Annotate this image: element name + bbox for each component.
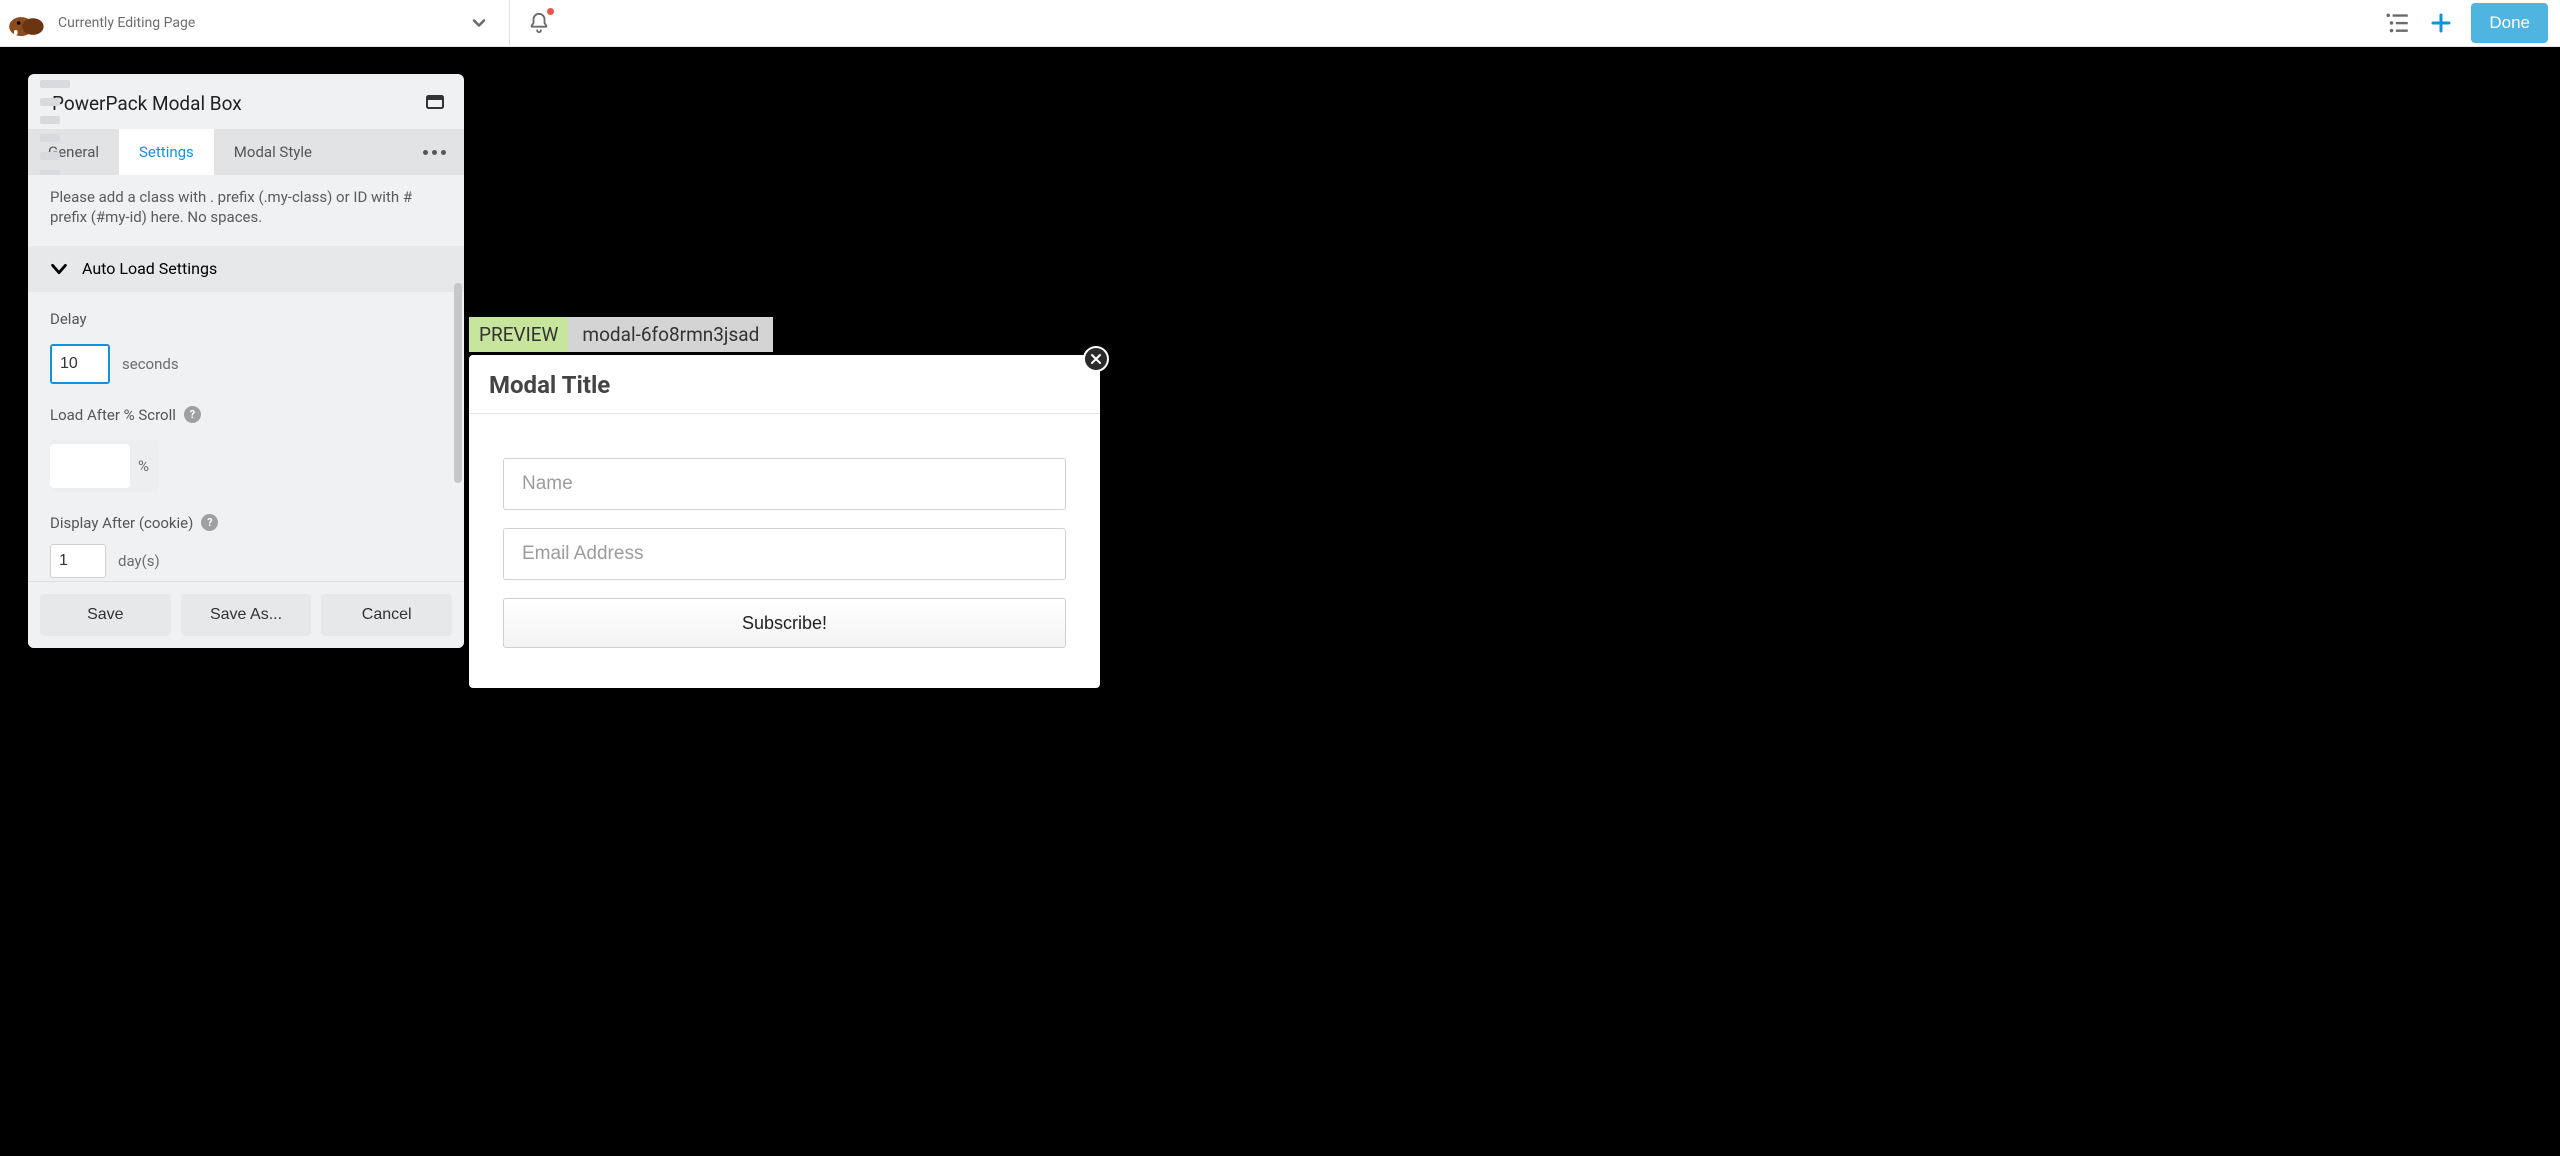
chevron-down-icon — [469, 13, 489, 33]
cancel-button[interactable]: Cancel — [321, 594, 452, 636]
scrollbar-thumb[interactable] — [454, 283, 462, 483]
preview-id: modal-6fo8rmn3jsad — [568, 317, 773, 352]
modal-body: Subscribe! — [469, 414, 1100, 670]
page-title: Currently Editing Page — [58, 15, 195, 31]
modal-preview: Modal Title Subscribe! — [469, 355, 1100, 688]
scroll-percent-input[interactable] — [50, 444, 130, 488]
subscribe-button[interactable]: Subscribe! — [503, 598, 1066, 648]
modal-close-button[interactable] — [1083, 346, 1109, 372]
settings-tabs: General Settings Modal Style — [28, 129, 464, 175]
panel-scroll-area[interactable]: Please add a class with . prefix (.my-cl… — [28, 175, 464, 581]
top-toolbar: Currently Editing Page Done — [0, 0, 2560, 47]
outline-icon — [2385, 12, 2411, 34]
scroll-unit: % — [138, 457, 149, 475]
window-icon — [426, 95, 444, 109]
dot-icon — [423, 150, 428, 155]
bell-icon — [528, 12, 550, 34]
selector-hint-text: Please add a class with . prefix (.my-cl… — [28, 175, 464, 246]
toolbar-divider — [509, 0, 510, 46]
module-settings-panel: PowerPack Modal Box General Settings Mod… — [28, 74, 464, 648]
tab-modal-style[interactable]: Modal Style — [214, 129, 332, 175]
title-dropdown-button[interactable] — [463, 7, 495, 39]
delay-input[interactable] — [50, 344, 110, 384]
notification-dot-icon — [547, 8, 554, 15]
toolbar-right: Done — [2385, 3, 2548, 43]
save-as-button[interactable]: Save As... — [181, 594, 312, 636]
field-delay: Delay seconds — [28, 292, 464, 388]
editor-canvas: PowerPack Modal Box General Settings Mod… — [0, 47, 2560, 1156]
section-auto-load-settings[interactable]: Auto Load Settings — [28, 246, 464, 292]
panel-footer: Save Save As... Cancel — [28, 581, 464, 648]
panel-expand-button[interactable] — [426, 94, 444, 113]
outline-panel-button[interactable] — [2385, 12, 2411, 34]
toolbar-left: Currently Editing Page — [8, 0, 554, 46]
save-button[interactable]: Save — [40, 594, 171, 636]
delay-label: Delay — [50, 310, 442, 328]
toolbar-nav-group — [203, 0, 554, 46]
done-button[interactable]: Done — [2471, 3, 2548, 43]
modal-title: Modal Title — [469, 355, 1100, 413]
panel-header[interactable]: PowerPack Modal Box — [28, 74, 464, 129]
section-title: Auto Load Settings — [82, 259, 217, 278]
panel-title: PowerPack Modal Box — [52, 92, 242, 115]
beaver-logo-icon — [8, 8, 46, 38]
scroll-label: Load After % Scroll — [50, 406, 176, 424]
field-display-after-cookie: Display After (cookie) ? day(s) — [28, 496, 464, 582]
cookie-unit: day(s) — [118, 552, 160, 570]
tab-settings[interactable]: Settings — [119, 129, 214, 175]
add-content-button[interactable] — [2429, 11, 2453, 35]
preview-label: PREVIEW — [469, 317, 568, 352]
cookie-days-input[interactable] — [50, 544, 106, 578]
cookie-label: Display After (cookie) — [50, 514, 193, 532]
notifications-button[interactable] — [524, 8, 554, 38]
field-load-after-scroll: Load After % Scroll ? % — [28, 388, 464, 496]
close-icon — [1090, 353, 1102, 365]
tab-more-button[interactable] — [405, 150, 464, 155]
chevron-down-icon — [48, 258, 70, 280]
dot-icon — [441, 150, 446, 155]
email-input[interactable] — [503, 528, 1066, 580]
help-icon[interactable]: ? — [184, 406, 201, 423]
delay-unit: seconds — [122, 355, 179, 373]
name-input[interactable] — [503, 458, 1066, 510]
help-icon[interactable]: ? — [201, 514, 218, 531]
preview-badge: PREVIEW modal-6fo8rmn3jsad — [469, 317, 773, 352]
plus-icon — [2429, 11, 2453, 35]
dot-icon — [432, 150, 437, 155]
